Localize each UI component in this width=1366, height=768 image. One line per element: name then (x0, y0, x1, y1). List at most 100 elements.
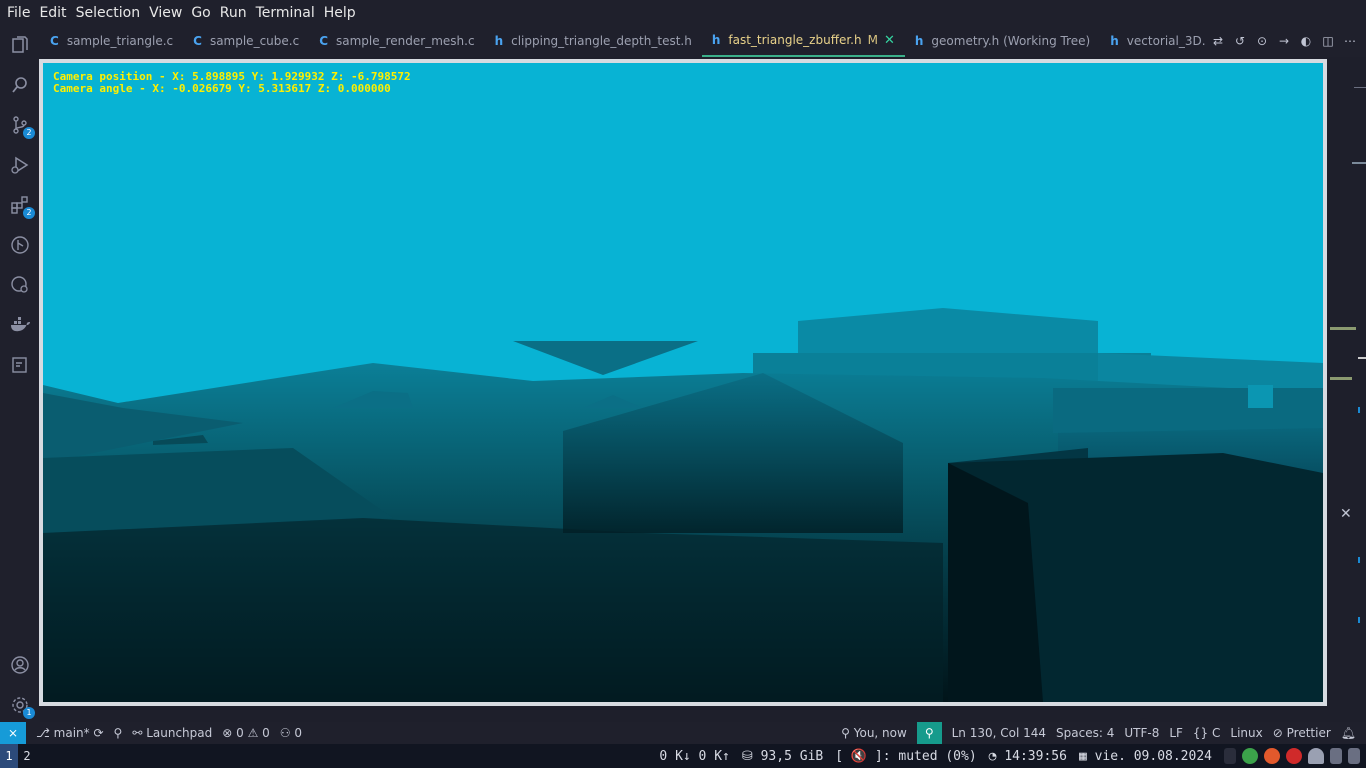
disk-usage: ⛁ 93,5 GiB (741, 748, 824, 764)
menu-file[interactable]: File (7, 5, 30, 21)
error-count: 0 (236, 726, 244, 740)
ports-indicator[interactable]: ⚇ 0 (280, 726, 302, 740)
render-window[interactable]: Camera position - X: 5.898895 Y: 1.92993… (39, 59, 1327, 706)
tab-label: fast_triangle_zbuffer.h (728, 33, 862, 47)
c-file-icon: C (193, 34, 202, 48)
remote-indicator-icon[interactable]: ⨯ (0, 722, 26, 744)
close-icon[interactable]: ✕ (884, 33, 895, 48)
tab-4[interactable]: h fast_triangle_zbuffer.h M ✕ (701, 25, 905, 57)
split-editor-icon[interactable]: ◫ (1320, 34, 1336, 48)
tab-label: vectorial_3D.h (Working Tre (1126, 34, 1206, 48)
run-debug-icon[interactable] (8, 153, 32, 177)
c-file-icon: C (50, 34, 59, 48)
tab-label: sample_cube.c (209, 34, 300, 48)
encoding[interactable]: UTF-8 (1124, 726, 1159, 740)
wifi-icon[interactable] (1308, 748, 1324, 764)
modified-indicator: M (867, 33, 878, 47)
formatter-label: Prettier (1286, 726, 1331, 740)
test-icon[interactable] (8, 353, 32, 377)
tab-2[interactable]: Csample_render_mesh.c (309, 25, 484, 57)
clock-time: 14:39:56 (1004, 748, 1067, 764)
git-forward-icon[interactable]: → (1276, 34, 1292, 48)
extensions-icon[interactable]: 2 (8, 193, 35, 219)
menu-help[interactable]: Help (324, 5, 356, 21)
tab-0[interactable]: Csample_triangle.c (40, 25, 183, 57)
os-indicator[interactable]: Linux (1230, 726, 1262, 740)
source-control-icon[interactable]: 2 (8, 113, 35, 139)
menu-run[interactable]: Run (220, 5, 247, 21)
network-speed: 0 K↓ 0 K↑ (659, 748, 730, 764)
tab-label: clipping_triangle_depth_test.h (511, 34, 692, 48)
header-file-icon: h (914, 34, 924, 48)
blame-text: You, now (853, 726, 907, 740)
system-taskbar: 1 2 0 K↓ 0 K↑ ⛁ 93,5 GiB [ 🔇 ]: muted (0… (0, 744, 1366, 768)
git-graph-status-icon[interactable]: ⚲ (114, 726, 123, 740)
c-file-icon: C (319, 34, 328, 48)
explorer-icon[interactable] (8, 33, 32, 57)
firefox-icon[interactable] (1264, 748, 1280, 764)
search-zoom-icon[interactable]: ⚲ (916, 722, 942, 744)
tab-5[interactable]: h geometry.h (Working Tree) (905, 25, 1100, 57)
tab-1[interactable]: Csample_cube.c (183, 25, 309, 57)
volume-extra-icon[interactable] (1348, 748, 1360, 764)
header-file-icon: h (1110, 34, 1119, 48)
menu-terminal[interactable]: Terminal (256, 5, 315, 21)
menu-view[interactable]: View (149, 5, 182, 21)
editor-actions: ⇄ ↺ ⊙ → ◐ ◫ ⋯ (1206, 25, 1366, 57)
tab-label: sample_triangle.c (66, 34, 174, 48)
search-icon[interactable] (8, 73, 32, 97)
audio-status[interactable]: [ 🔇 ]: muted (0%) (835, 749, 976, 764)
tab-3[interactable]: h clipping_triangle_depth_test.h (485, 25, 702, 57)
alert-tray-icon[interactable] (1286, 748, 1302, 764)
preview-icon[interactable]: ◐ (1298, 34, 1314, 48)
language-label: C (1212, 726, 1221, 740)
minimap[interactable] (1326, 57, 1366, 722)
problems-indicator[interactable]: ⊗ 0 ⚠ 0 (222, 726, 270, 740)
git-graph-icon[interactable] (8, 233, 32, 257)
commit-icon[interactable]: ⊙ (1254, 34, 1270, 48)
workspace-2[interactable]: 2 (18, 744, 36, 768)
revert-icon[interactable]: ↺ (1232, 34, 1248, 48)
close-panel-icon[interactable]: ✕ (1340, 506, 1352, 522)
bluetooth-icon[interactable] (1224, 748, 1236, 764)
language-mode[interactable]: {} C (1193, 726, 1220, 740)
tab-label: geometry.h (Working Tree) (931, 34, 1091, 48)
menu-go[interactable]: Go (191, 5, 210, 21)
menu-selection[interactable]: Selection (76, 5, 141, 21)
account-icon[interactable] (8, 653, 32, 677)
header-file-icon: h (711, 33, 721, 47)
remote-explorer-icon[interactable] (8, 273, 32, 297)
editor-tabs: Csample_triangle.c Csample_cube.c Csample_… (40, 25, 1206, 57)
date: ▦ vie. 09.08.2024 (1078, 748, 1212, 764)
gear-icon[interactable]: 1 (8, 693, 35, 719)
launchpad-item[interactable]: ⚯ Launchpad (132, 726, 212, 740)
menu-edit[interactable]: Edit (39, 5, 66, 21)
clock: ◔ 14:39:56 (988, 748, 1067, 764)
tab-6[interactable]: h vectorial_3D.h (Working Tre (1100, 25, 1206, 57)
scm-badge: 2 (23, 127, 35, 139)
notifications-bell-icon[interactable]: 🔔︎ (1341, 726, 1356, 740)
header-file-icon: h (494, 34, 504, 48)
workspace-1[interactable]: 1 (0, 744, 18, 768)
date-value: vie. 09.08.2024 (1094, 748, 1212, 764)
indentation[interactable]: Spaces: 4 (1056, 726, 1114, 740)
disk-value: 93,5 GiB (760, 748, 824, 764)
end-of-line[interactable]: LF (1169, 726, 1183, 740)
menu-bar: File Edit Selection View Go Run Terminal… (0, 0, 1366, 25)
blame-indicator[interactable]: ⚲ You, now (841, 726, 907, 740)
docker-icon[interactable] (8, 313, 32, 337)
app-tray-icon[interactable] (1242, 748, 1258, 764)
activity-bar: 2 2 1 (0, 25, 40, 722)
launchpad-label: Launchpad (146, 726, 213, 740)
branch-indicator[interactable]: ⎇ main* ⟳ (36, 726, 104, 740)
tab-label: sample_render_mesh.c (336, 34, 475, 48)
extensions-badge: 2 (23, 207, 35, 219)
prettier-indicator[interactable]: ⊘ Prettier (1273, 726, 1331, 740)
compare-icon[interactable]: ⇄ (1210, 34, 1226, 48)
render-viewport (43, 63, 1323, 702)
cursor-position[interactable]: Ln 130, Col 144 (952, 726, 1046, 740)
system-tray (1224, 748, 1360, 764)
ports-count: 0 (294, 726, 302, 740)
volume-icon[interactable] (1330, 748, 1342, 764)
more-actions-icon[interactable]: ⋯ (1342, 34, 1358, 48)
